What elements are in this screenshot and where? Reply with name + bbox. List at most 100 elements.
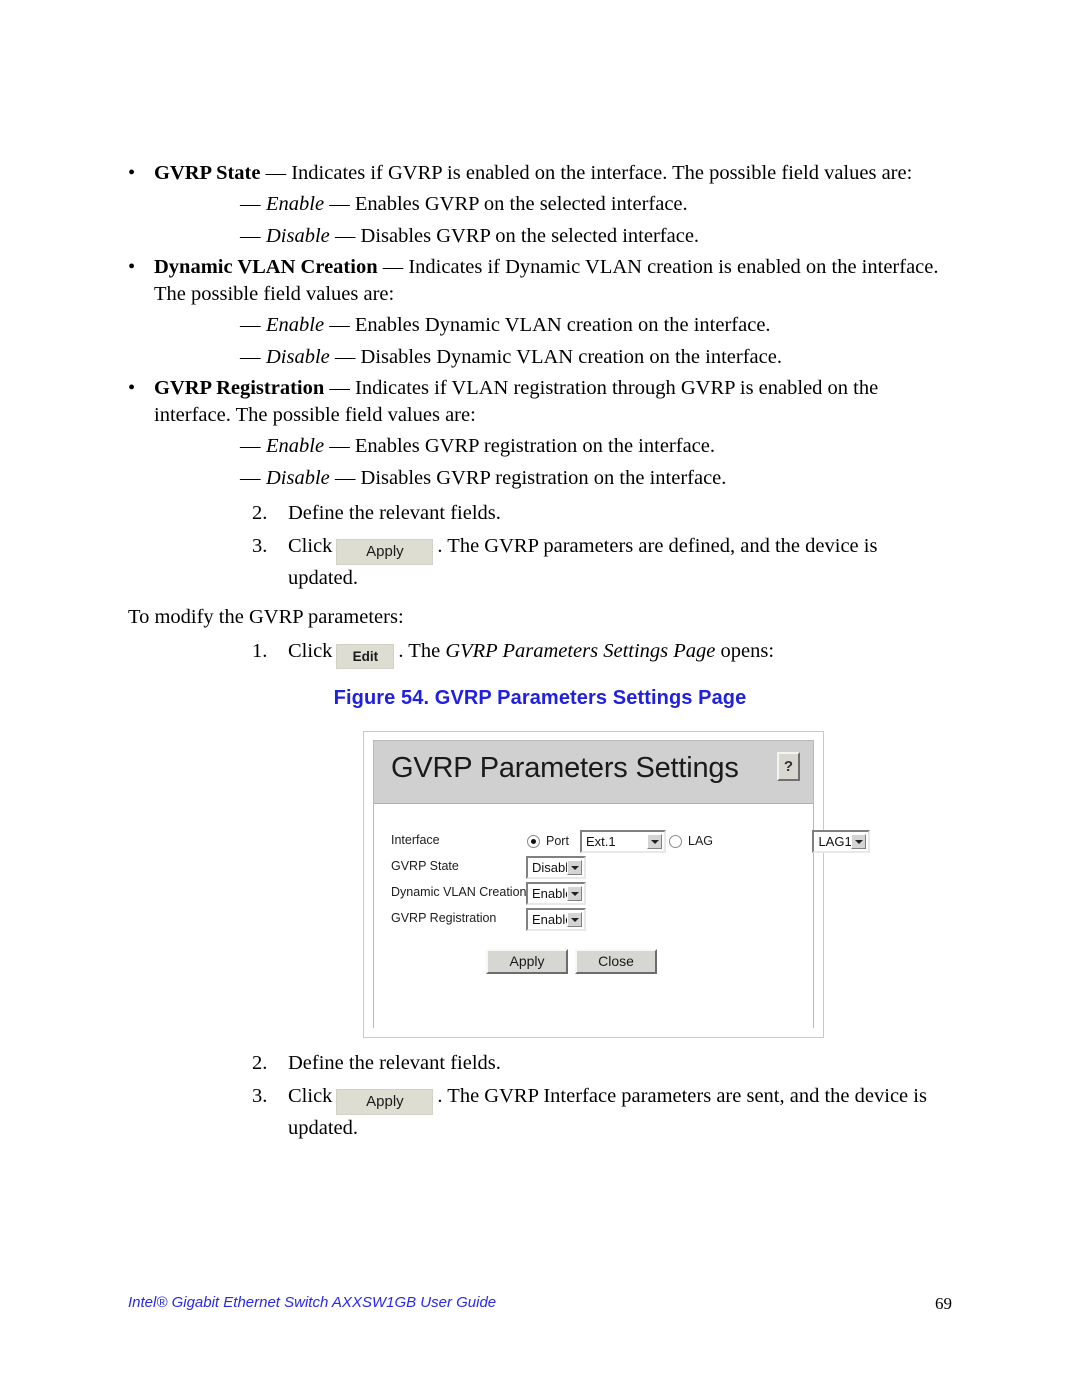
field-label-interface: Interface	[391, 833, 440, 847]
radio-label-lag: LAG	[688, 834, 714, 848]
gvrp-registration-select[interactable]: Enable	[526, 908, 586, 931]
subitem-term: Disable	[266, 224, 330, 247]
dialog-header: GVRP Parameters Settings ?	[374, 741, 813, 804]
step-number: 1.	[252, 639, 268, 662]
radio-label-port: Port	[546, 834, 569, 848]
port-select[interactable]: Ext.1	[580, 830, 666, 853]
subitem-gvrp-state-enable: — Enable — Enables GVRP on the selected …	[240, 191, 952, 218]
subitem-term: Enable	[266, 435, 325, 458]
figure-caption: Figure 54. GVRP Parameters Settings Page	[333, 686, 747, 709]
dash-marker: —	[240, 314, 261, 337]
page-number: 69	[935, 1294, 952, 1313]
subitem-text: Enable — Enables GVRP on the selected in…	[266, 191, 952, 218]
bullet-text: GVRP Registration — Indicates if VLAN re…	[154, 375, 952, 430]
bullet-gvrp-state: • GVRP State — Indicates if GVRP is enab…	[128, 160, 952, 187]
dash-marker: —	[240, 435, 261, 458]
subitem-term: Disable	[266, 466, 330, 489]
lag-select[interactable]: LAG1	[812, 830, 871, 853]
bullet-term: GVRP State	[154, 162, 261, 184]
field-label-gvrp-state: GVRP State	[391, 859, 459, 873]
subitem-term: Enable	[266, 193, 325, 216]
step-upper-2: 2. Define the relevant fields.	[252, 500, 952, 527]
radio-port[interactable]	[527, 835, 540, 848]
footer-title: Intel® Gigabit Ethernet Switch AXXSW1GB …	[128, 1294, 497, 1311]
step-lower-2: 2. Define the relevant fields.	[252, 1050, 952, 1077]
bullet-description: Indicates if GVRP is enabled on the inte…	[286, 162, 913, 184]
step-modify-1: 1. Click Edit. The GVRP Parameters Settin…	[252, 638, 952, 669]
dash-marker: —	[240, 224, 261, 247]
subitem-description: Enables GVRP registration on the interfa…	[349, 435, 715, 458]
step-text: Click Edit. The GVRP Parameters Settings …	[288, 638, 952, 669]
dynamic-vlan-creation-select[interactable]: Enable	[526, 882, 586, 905]
bullet-marker: •	[128, 376, 136, 399]
bullet-dynamic-vlan-creation: • Dynamic VLAN Creation — Indicates if D…	[128, 254, 952, 309]
bullet-term: GVRP Registration	[154, 376, 325, 399]
subitem-description: Enables GVRP on the selected interface.	[349, 193, 688, 216]
subitem-dash: —	[329, 193, 350, 216]
subitem-description: Disables GVRP registration on the interf…	[355, 466, 727, 489]
help-icon[interactable]: ?	[777, 752, 800, 781]
dialog-body: Interface Port Ext.1 LAG LAG1 GVRP State…	[374, 804, 871, 1028]
step-text: Define the relevant fields.	[288, 1052, 501, 1074]
dialog-apply-button[interactable]: Apply	[486, 949, 568, 974]
subitem-term: Enable	[266, 314, 325, 337]
field-row-interface: Interface Port Ext.1 LAG LAG1	[374, 830, 871, 854]
step-number: 2.	[252, 1052, 268, 1074]
subitem-dash: —	[334, 466, 356, 489]
bullet-dash: —	[329, 376, 350, 399]
step-text: Define the relevant fields.	[288, 501, 501, 524]
field-row-gvrp-registration: GVRP Registration Enable	[374, 908, 813, 932]
bullet-dash: —	[265, 162, 287, 184]
bullet-text: Dynamic VLAN Creation — Indicates if Dyn…	[154, 254, 952, 309]
field-label-dynamic-vlan-creation: Dynamic VLAN Creation	[391, 885, 527, 899]
subitem-description: Disables GVRP on the selected interface.	[355, 224, 700, 247]
step-prefix: Click	[288, 1085, 333, 1108]
step-suffix-plain: . The	[398, 639, 446, 662]
subitem-dash: —	[334, 345, 356, 368]
chevron-down-icon[interactable]	[567, 912, 582, 927]
bullet-marker: •	[128, 162, 136, 184]
chevron-down-icon[interactable]	[647, 834, 662, 849]
subitem-text: Enable — Enables Dynamic VLAN creation o…	[266, 312, 952, 339]
subitem-dash: —	[329, 314, 350, 337]
subitem-dash: —	[334, 224, 356, 247]
step-upper-3: 3. Click Apply. The GVRP parameters are d…	[252, 533, 952, 592]
dialog-inner-panel: GVRP Parameters Settings ? Interface Por…	[373, 740, 871, 1028]
step-text: Click Apply. The GVRP parameters are defi…	[288, 533, 952, 592]
step-text: Click Apply. The GVRP Interface parameter…	[288, 1083, 952, 1142]
step-prefix: Click	[288, 639, 333, 662]
apply-button-image[interactable]: Apply	[336, 539, 434, 565]
document-page: • GVRP State — Indicates if GVRP is enab…	[0, 0, 1080, 1397]
apply-button-image[interactable]: Apply	[336, 1089, 434, 1116]
step-suffix-italic: GVRP Parameters Settings Page	[445, 639, 716, 662]
gvrp-state-select[interactable]: Disable	[526, 856, 586, 879]
step-prefix: Click	[288, 535, 333, 557]
subitem-gvrp-state-disable: — Disable — Disables GVRP on the selecte…	[240, 223, 952, 250]
field-row-gvrp-state: GVRP State Disable	[374, 856, 813, 880]
subitem-gvrp-registration-enable: — Enable — Enables GVRP registration on …	[240, 433, 952, 460]
subitem-dynamic-vlan-enable: — Enable — Enables Dynamic VLAN creation…	[240, 312, 952, 339]
port-select-value: Ext.1	[586, 834, 616, 849]
dialog-title: GVRP Parameters Settings	[391, 752, 739, 784]
bullet-marker: •	[128, 255, 136, 278]
bullet-term: Dynamic VLAN Creation	[154, 255, 378, 278]
dash-marker: —	[240, 193, 261, 216]
field-label-gvrp-registration: GVRP Registration	[391, 911, 497, 925]
subitem-text: Disable — Disables Dynamic VLAN creation…	[266, 344, 952, 371]
chevron-down-icon[interactable]	[567, 860, 582, 875]
radio-lag[interactable]	[669, 835, 682, 848]
chevron-down-icon[interactable]	[851, 834, 867, 849]
dash-marker: —	[240, 345, 261, 368]
bullet-gvrp-registration: • GVRP Registration — Indicates if VLAN …	[128, 375, 952, 430]
page-content: • GVRP State — Indicates if GVRP is enab…	[128, 160, 952, 710]
step-lower-3: 3. Click Apply. The GVRP Interface parame…	[252, 1083, 952, 1142]
page-footer: Intel® Gigabit Ethernet Switch AXXSW1GB …	[128, 1294, 952, 1318]
chevron-down-icon[interactable]	[567, 886, 582, 901]
subitem-dynamic-vlan-disable: — Disable — Disables Dynamic VLAN creati…	[240, 344, 952, 371]
subitem-gvrp-registration-disable: — Disable — Disables GVRP registration o…	[240, 465, 952, 492]
field-row-dynamic-vlan-creation: Dynamic VLAN Creation Enable	[374, 882, 813, 906]
subitem-text: Disable — Disables GVRP registration on …	[266, 465, 952, 492]
lower-steps-block: 2. Define the relevant fields. 3. Click A…	[128, 1050, 952, 1149]
dialog-close-button[interactable]: Close	[575, 949, 657, 974]
edit-button-image[interactable]: Edit	[336, 643, 395, 669]
